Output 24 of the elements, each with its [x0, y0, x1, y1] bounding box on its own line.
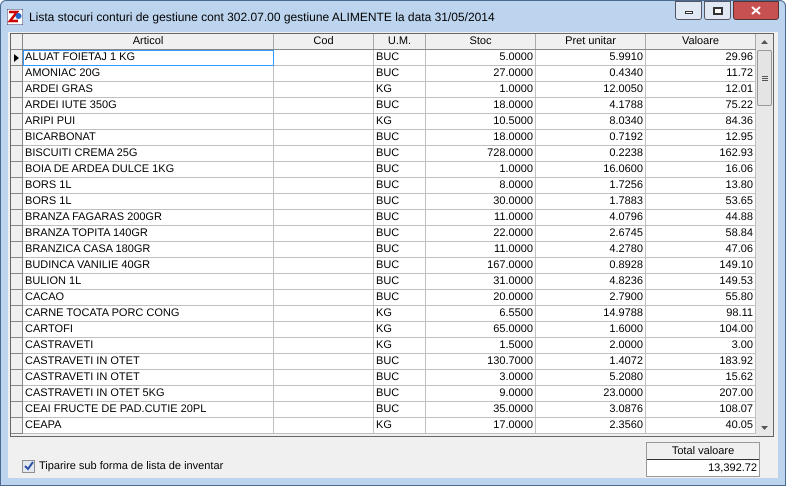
- column-header[interactable]: Cod: [274, 34, 374, 49]
- column-header[interactable]: Stoc: [426, 34, 536, 49]
- table-cell: CEAPA: [23, 418, 274, 434]
- app-logo-icon: [7, 8, 23, 24]
- row-pointer-icon: [14, 54, 19, 62]
- scrollbar[interactable]: [756, 34, 773, 436]
- close-icon: [751, 6, 761, 15]
- inventory-list-checkbox[interactable]: Tiparire sub forma de lista de inventar: [22, 458, 224, 474]
- close-button[interactable]: [733, 1, 779, 20]
- table-cell: KG: [374, 418, 426, 434]
- table-cell: ALUAT FOIETAJ 1 KG: [23, 50, 274, 66]
- total-label: Total valoare: [647, 443, 759, 460]
- maximize-button[interactable]: [704, 1, 731, 20]
- table-cell: 17.0000: [426, 418, 536, 434]
- table-cell: 2.3560: [536, 418, 646, 434]
- checkmark-icon: [24, 461, 34, 472]
- column-header[interactable]: Articol: [23, 34, 274, 49]
- column-header[interactable]: U.M.: [374, 34, 426, 49]
- column-header[interactable]: Pret unitar: [536, 34, 646, 49]
- scroll-thumb[interactable]: [757, 50, 772, 106]
- window-title: Lista stocuri conturi de gestiune cont 302.07.00 gestiune ALIMENTE la data 31/05/2014: [29, 8, 496, 26]
- minimize-button[interactable]: [675, 1, 702, 20]
- row-indicator[interactable]: [11, 50, 23, 66]
- total-value: 13,392.72: [707, 461, 758, 476]
